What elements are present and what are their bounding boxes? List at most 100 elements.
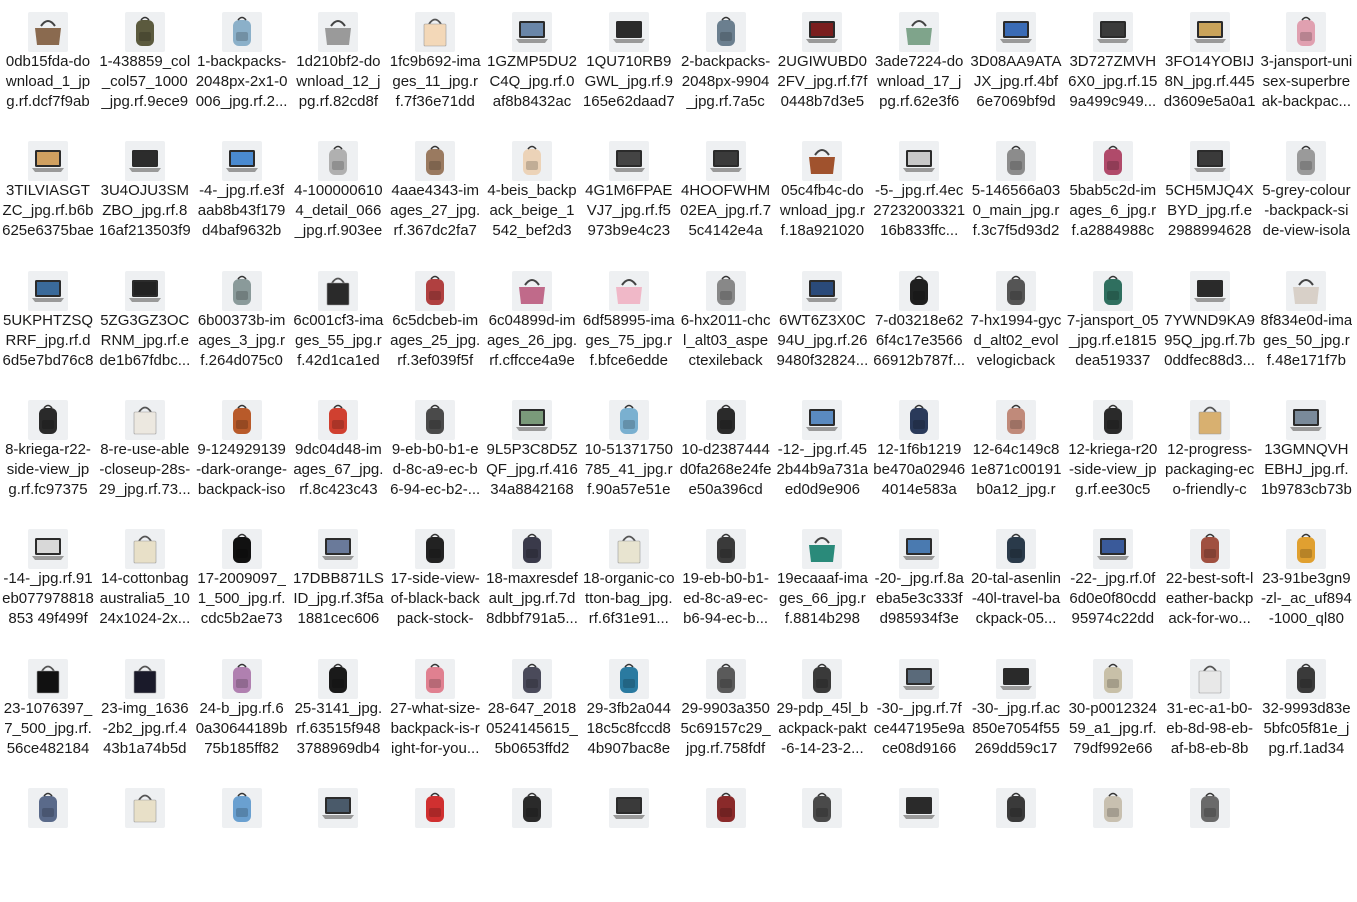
file-item[interactable] <box>292 776 384 902</box>
file-item[interactable]: 1GZMP5DU2C4Q_jpg.rf.0af8b8432ac1... <box>486 0 578 126</box>
file-item[interactable]: 5-146566a030_main_jpg.rf.3c7f5d93d25... <box>970 129 1062 255</box>
file-item[interactable]: 9-124929139-dark-orange-backpack-isol... <box>196 388 288 514</box>
file-item[interactable]: 27-what-size-backpack-is-right-for-you..… <box>389 647 481 773</box>
file-item[interactable]: 6WT6Z3X0C94U_jpg.rf.269480f32824... <box>776 259 868 385</box>
file-item[interactable]: 9dc04d48-images_67_jpg.rf.8c423c437... <box>292 388 384 514</box>
file-item[interactable]: 18-maxresdefault_jpg.rf.7d8dbbf791a5... <box>486 517 578 643</box>
file-item[interactable]: 10-51371750785_41_jpg.rf.90a57e51e1... <box>583 388 675 514</box>
file-item[interactable]: 6c001cf3-images_55_jpg.rf.42d1ca1ed1... <box>292 259 384 385</box>
file-item[interactable]: 29-9903a3505c69157c29_jpg.rf.758fdf9... <box>680 647 772 773</box>
file-item[interactable]: 28-647_20180524145615_5b0653ffd28... <box>486 647 578 773</box>
file-item[interactable]: 3-jansport-unisex-superbreak-backpac... <box>1260 0 1352 126</box>
file-item[interactable]: 7-hx1994-gycd_alt02_evolvelogicbackp... <box>970 259 1062 385</box>
file-item[interactable]: 17-side-view-of-black-backpack-stock-i..… <box>389 517 481 643</box>
file-item[interactable] <box>196 776 288 902</box>
file-item[interactable]: 4aae4343-images_27_jpg.rf.367dc2fa7a... <box>389 129 481 255</box>
file-item[interactable]: 17DBB871LSID_jpg.rf.3f5a1881cec606b... <box>292 517 384 643</box>
file-item[interactable]: 3U4OJU3SMZBO_jpg.rf.816af213503f99... <box>99 129 191 255</box>
file-item[interactable]: 12-64c149c81e871c00191b0a12_jpg.rf... <box>970 388 1062 514</box>
file-item[interactable]: 13GMNQVHEBHJ_jpg.rf.1b9783cb73b42... <box>1260 388 1352 514</box>
file-item[interactable] <box>389 776 481 902</box>
file-item[interactable]: 19ecaaaf-images_66_jpg.rf.8814b298b... <box>776 517 868 643</box>
file-item[interactable]: -4-_jpg.rf.e3faab8b43f179d4baf9632b7... <box>196 129 288 255</box>
file-item[interactable]: 1QU710RB9GWL_jpg.rf.9165e62daad7dc... <box>583 0 675 126</box>
file-item[interactable] <box>776 776 868 902</box>
file-item[interactable]: 19-eb-b0-b1-ed-8c-a9-ec-b6-94-ec-b... <box>680 517 772 643</box>
file-item[interactable]: 9-eb-b0-b1-ed-8c-a9-ec-b6-94-ec-b2-... <box>389 388 481 514</box>
file-item[interactable]: 3D08AA9ATAJX_jpg.rf.4bf6e7069bf9df... <box>970 0 1062 126</box>
file-item[interactable]: 12-kriega-r20-side-view_jpg.rf.ee30c52..… <box>1067 388 1159 514</box>
file-item[interactable]: 5UKPHTZSQRRF_jpg.rf.d6d5e7bd76c8e... <box>2 259 94 385</box>
file-item[interactable] <box>1067 776 1159 902</box>
file-item[interactable]: 23-91be3gn9-zl-_ac_uf894-1000_ql80_... <box>1260 517 1352 643</box>
file-item[interactable] <box>99 776 191 902</box>
tote-icon <box>415 12 456 52</box>
file-item[interactable]: 30-p001232459_a1_jpg.rf.79df992e662... <box>1067 647 1159 773</box>
file-item[interactable] <box>583 776 675 902</box>
file-item[interactable]: 31-ec-a1-b0-eb-8d-98-eb-af-b8-eb-8b-... <box>1164 647 1256 773</box>
file-item[interactable]: 05c4fb4c-download_jpg.rf.18a921020b... <box>776 129 868 255</box>
file-item[interactable]: 5CH5MJQ4XBYD_jpg.rf.e29889946280... <box>1164 129 1256 255</box>
file-item[interactable]: 10-d2387444d0fa268e24fee50a396cd7... <box>680 388 772 514</box>
file-item[interactable] <box>486 776 578 902</box>
file-item[interactable]: 7YWND9KA995Q_jpg.rf.7b0ddfec88d3... <box>1164 259 1256 385</box>
file-item[interactable]: -12-_jpg.rf.452b44b9a731aed0d9e9063... <box>776 388 868 514</box>
file-item[interactable]: 29-pdp_45l_backpack-pakt-6-14-23-2... <box>776 647 868 773</box>
file-item[interactable]: 1d210bf2-download_12_jpg.rf.82cd8f8... <box>292 0 384 126</box>
file-item[interactable]: 4-beis_backpack_beige_1542_bef2d3b... <box>486 129 578 255</box>
file-item[interactable]: 7-d03218e626f4c17e356666912b787f... <box>873 259 965 385</box>
file-item[interactable]: -5-_jpg.rf.4ec2723200332116b833ffc... <box>873 129 965 255</box>
file-item[interactable] <box>2 776 94 902</box>
file-item[interactable]: 20-tal-asenlin-40l-travel-backpack-05... <box>970 517 1062 643</box>
file-item[interactable] <box>1164 776 1256 902</box>
file-item[interactable]: 9L5P3C8D5ZQF_jpg.rf.41634a8842168d... <box>486 388 578 514</box>
file-item[interactable]: 4-1000006104_detail_066_jpg.rf.903eef... <box>292 129 384 255</box>
file-item[interactable]: 3ade7224-download_17_jpg.rf.62e3f6b... <box>873 0 965 126</box>
file-item[interactable]: 14-cottonbagaustralia5_1024x1024-2x... <box>99 517 191 643</box>
file-item[interactable]: -30-_jpg.rf.ac850e7054f55269dd59c174... <box>970 647 1062 773</box>
file-item[interactable]: 23-1076397_7_500_jpg.rf.56ce482184f... <box>2 647 94 773</box>
file-item[interactable]: -20-_jpg.rf.8aeba5e3c333fd985934f3e4... <box>873 517 965 643</box>
file-item[interactable]: 7-jansport_05_jpg.rf.e1815dea5193374... <box>1067 259 1159 385</box>
file-item[interactable]: 32-9993d83e5bfc05f81e_jpg.rf.1ad34d... <box>1260 647 1352 773</box>
file-item[interactable] <box>970 776 1062 902</box>
file-item[interactable]: 6c5dcbeb-images_25_jpg.rf.3ef039f5fd... <box>389 259 481 385</box>
file-item[interactable]: 2-backpacks-2048px-9904_jpg.rf.7a5c0... <box>680 0 772 126</box>
file-item[interactable]: 8-kriega-r22-side-view_jpg.rf.fc973750..… <box>2 388 94 514</box>
file-item[interactable]: 4G1M6FPAEVJ7_jpg.rf.f5973b9e4c234... <box>583 129 675 255</box>
file-item[interactable]: 1-438859_col_col57_1000_jpg.rf.9ece97... <box>99 0 191 126</box>
file-item[interactable]: 29-3fb2a04418c5c8fccd84b907bac8e5... <box>583 647 675 773</box>
file-item[interactable]: 6df58995-images_75_jpg.rf.bfce6edde3... <box>583 259 675 385</box>
file-item[interactable]: 23-img_1636-2b2_jpg.rf.443b1a74b5d8... <box>99 647 191 773</box>
file-item[interactable]: 8-re-use-able-closeup-28s-29_jpg.rf.73..… <box>99 388 191 514</box>
file-item[interactable]: 18-organic-cotton-bag_jpg.rf.6f31e91... <box>583 517 675 643</box>
file-item[interactable]: 12-1f6b1219be470a029464014e583a2... <box>873 388 965 514</box>
file-item[interactable]: 3TILVIASGTZC_jpg.rf.b6b625e6375bae1... <box>2 129 94 255</box>
file-item[interactable]: 1fc9b692-images_11_jpg.rf.7f36e71dd8... <box>389 0 481 126</box>
file-item[interactable]: 2UGIWUBD02FV_jpg.rf.f7f0448b7d3e53... <box>776 0 868 126</box>
file-item[interactable]: 3FO14YOBIJ8N_jpg.rf.445d3609e5a0a12... <box>1164 0 1256 126</box>
file-item[interactable]: -14-_jpg.rf.91eb077978818853 49f499f5... <box>2 517 94 643</box>
file-item[interactable]: 25-3141_jpg.rf.63515f9483788969db48... <box>292 647 384 773</box>
file-item[interactable]: 3D727ZMVH6X0_jpg.rf.159a499c949... <box>1067 0 1159 126</box>
file-item[interactable]: 24-b_jpg.rf.60a30644189b75b185ff826... <box>196 647 288 773</box>
file-item[interactable]: -22-_jpg.rf.0f6d0e0f80cdd95974c22dd7... <box>1067 517 1159 643</box>
bag-icon <box>318 12 359 52</box>
laptop-icon <box>512 399 552 440</box>
file-item[interactable]: 6-hx2011-chcl_alt03_aspectexilebackp... <box>680 259 772 385</box>
file-item[interactable] <box>680 776 772 902</box>
file-item[interactable]: 4HOOFWHM02EA_jpg.rf.75c4142e4a0... <box>680 129 772 255</box>
file-item[interactable]: 6b00373b-images_3_jpg.rf.264d075c0d... <box>196 259 288 385</box>
file-item[interactable]: 22-best-soft-leather-backpack-for-wo... <box>1164 517 1256 643</box>
file-item[interactable]: 5ZG3GZ3OCRNM_jpg.rf.ede1b67fdbc... <box>99 259 191 385</box>
file-item[interactable]: 0db15fda-download_1_jpg.rf.dcf7f9ab4... <box>2 0 94 126</box>
file-item[interactable]: 1-backpacks-2048px-2x1-0006_jpg.rf.2... <box>196 0 288 126</box>
file-item[interactable]: -30-_jpg.rf.7fce447195e9ace08d9166c... <box>873 647 965 773</box>
file-item[interactable]: 5-grey-colour-backpack-side-view-isolat.… <box>1260 129 1352 255</box>
file-item[interactable]: 6c04899d-images_26_jpg.rf.cffcce4a9e1... <box>486 259 578 385</box>
file-item[interactable]: 5bab5c2d-images_6_jpg.rf.a2884988cf... <box>1067 129 1159 255</box>
file-item[interactable]: 17-2009097_1_500_jpg.rf.cdc5b2ae734... <box>196 517 288 643</box>
file-item[interactable]: 8f834e0d-images_50_jpg.rf.48e171f7b6... <box>1260 259 1352 385</box>
file-item[interactable]: 12-progress-packaging-eco-friendly-ca... <box>1164 388 1256 514</box>
file-item[interactable] <box>873 776 965 902</box>
